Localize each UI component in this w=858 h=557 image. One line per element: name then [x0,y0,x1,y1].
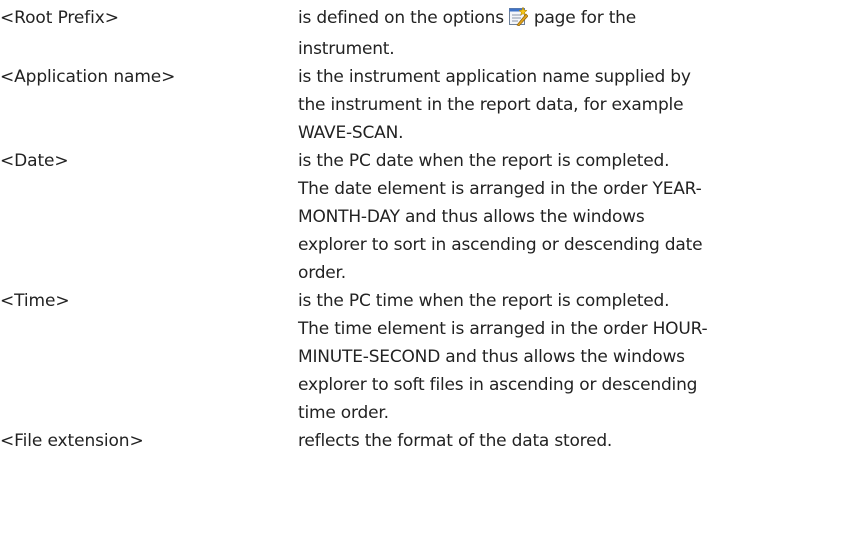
description-line: explorer to sort in ascending or descend… [298,235,703,255]
description-line: MONTH-DAY and thus allows the windows [298,207,645,227]
description-root-prefix: is defined on the options page for the i… [298,4,828,63]
description-line: time order. [298,403,389,423]
options-page-icon [508,6,529,35]
description-line: reflects the format of the data stored. [298,431,613,451]
description-line: order. [298,263,346,283]
description-time: is the PC time when the report is comple… [298,287,828,427]
term-file-extension: <File extension> [0,431,144,451]
term-time: <Time> [0,291,70,311]
description-line: is the PC date when the report is comple… [298,151,670,171]
description-line: instrument. [298,39,395,59]
description-line: is the PC time when the report is comple… [298,291,670,311]
definition-list: <Root Prefix> is defined on the options … [0,4,858,455]
definition-row-time: <Time> is the PC time when the report is… [0,287,858,427]
term-application-name: <Application name> [0,67,176,87]
description-line: explorer to soft files in ascending or d… [298,375,698,395]
description-line: the instrument in the report data, for e… [298,95,684,115]
definition-row-root-prefix: <Root Prefix> is defined on the options … [0,4,858,63]
description-application-name: is the instrument application name suppl… [298,63,828,147]
description-date: is the PC date when the report is comple… [298,147,828,287]
description-line: MINUTE-SECOND and thus allows the window… [298,347,685,367]
definition-row-date: <Date> is the PC date when the report is… [0,147,858,287]
description-line: The time element is arranged in the orde… [298,319,708,339]
description-file-extension: reflects the format of the data stored. [298,427,828,455]
term-date: <Date> [0,151,69,171]
definition-row-application-name: <Application name> is the instrument app… [0,63,858,147]
description-line: is the instrument application name suppl… [298,67,691,87]
description-line: The date element is arranged in the orde… [298,179,702,199]
description-text: page for the [533,8,637,28]
term-root-prefix: <Root Prefix> [0,8,119,28]
description-line: WAVE-SCAN. [298,123,404,143]
definition-row-file-extension: <File extension> reflects the format of … [0,427,858,455]
description-text: is defined on the options [298,8,504,28]
description-line: is defined on the options page for the [298,4,828,35]
